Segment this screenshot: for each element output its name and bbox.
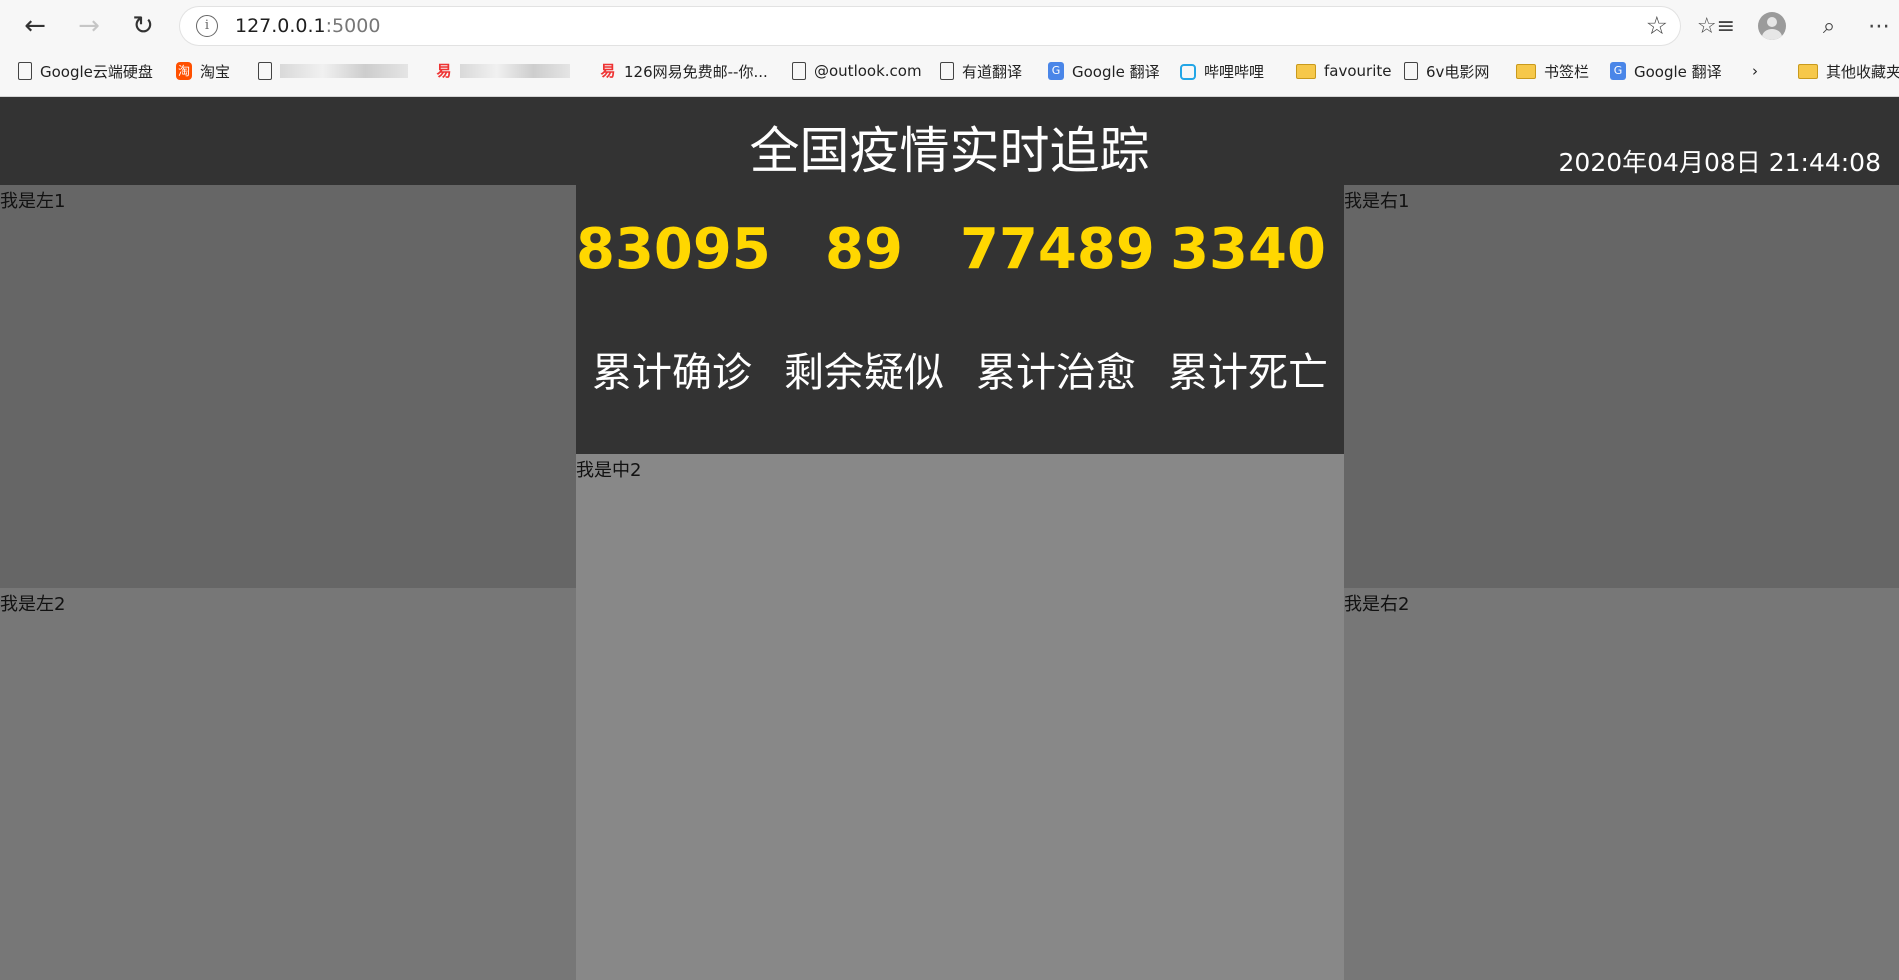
chevron-right-icon: › bbox=[1752, 62, 1758, 80]
netease-icon: 易 bbox=[600, 62, 616, 80]
stat-label: 累计治愈 bbox=[976, 350, 1136, 396]
browser-chrome: ← → ↻ i 127.0.0.1:5000 ☆ ☆≡ ⌕ ⋯ Google云端… bbox=[0, 0, 1899, 97]
bookmark-bilibili[interactable]: 哔哩哔哩 bbox=[1180, 58, 1264, 84]
stat-label: 剩余疑似 bbox=[784, 350, 944, 396]
dashboard-page: 全国疫情实时追踪 2020年04月08日 21:44:08 我是左1 我是左2 … bbox=[0, 97, 1899, 980]
address-bar[interactable]: i 127.0.0.1:5000 ☆ bbox=[180, 7, 1680, 45]
title-bar: 全国疫情实时追踪 2020年04月08日 21:44:08 bbox=[0, 97, 1899, 185]
bookmark-favourite-folder[interactable]: favourite bbox=[1296, 58, 1391, 84]
stat-value: 3340 bbox=[1170, 217, 1326, 282]
stat-value: 83095 bbox=[576, 217, 771, 282]
stat-label: 累计死亡 bbox=[1168, 350, 1328, 396]
bookmarks-bar: Google云端硬盘 淘淘宝 易 易 126网易免费邮--你... @outloo… bbox=[0, 56, 1899, 86]
more-menu-button[interactable]: ⋯ bbox=[1860, 8, 1898, 44]
page-icon bbox=[18, 62, 32, 80]
folder-icon bbox=[1296, 63, 1316, 79]
arrow-left-icon: ← bbox=[24, 11, 46, 41]
bookmark-126-mail[interactable]: 易 126网易免费邮--你... bbox=[600, 58, 767, 84]
folder-icon bbox=[1516, 63, 1536, 79]
panel-label: 我是右2 bbox=[1344, 594, 1410, 615]
bilibili-icon bbox=[1180, 64, 1196, 80]
bookmark-6v[interactable]: 6v电影网 bbox=[1404, 58, 1489, 84]
google-translate-icon: G bbox=[1610, 62, 1626, 80]
blurred-label bbox=[460, 64, 570, 78]
blurred-label bbox=[280, 64, 408, 78]
back-button[interactable]: ← bbox=[16, 8, 54, 44]
bookmark-bookmarks-folder[interactable]: 书签栏 bbox=[1516, 58, 1589, 84]
panel-left-2: 我是左2 bbox=[0, 588, 576, 980]
more-icon: ⋯ bbox=[1868, 13, 1890, 39]
bookmark-google-drive[interactable]: Google云端硬盘 bbox=[18, 58, 153, 84]
panel-right-2: 我是右2 bbox=[1344, 588, 1899, 980]
stat-value: 89 bbox=[825, 217, 903, 282]
bookmarks-overflow-button[interactable]: › bbox=[1752, 58, 1758, 84]
page-icon bbox=[258, 62, 272, 80]
stat-label: 累计确诊 bbox=[592, 350, 752, 396]
current-time: 2020年04月08日 21:44:08 bbox=[1558, 148, 1881, 177]
taobao-icon: 淘 bbox=[176, 62, 192, 80]
bookmark-other-folder[interactable]: 其他收藏夹 bbox=[1798, 58, 1899, 84]
bookmark-blurred-1[interactable] bbox=[258, 58, 408, 84]
bookmark-blurred-2[interactable]: 易 bbox=[436, 58, 570, 84]
feedback-icon: ⌕ bbox=[1822, 13, 1836, 39]
panel-label: 我是左2 bbox=[0, 594, 66, 615]
url-text[interactable]: 127.0.0.1:5000 bbox=[235, 15, 380, 37]
favorites-button[interactable]: ☆≡ bbox=[1697, 8, 1735, 44]
bookmark-google-translate[interactable]: G Google 翻译 bbox=[1048, 58, 1160, 84]
panel-left-1: 我是左1 bbox=[0, 185, 576, 588]
info-icon[interactable]: i bbox=[196, 15, 218, 37]
feedback-button[interactable]: ⌕ bbox=[1810, 8, 1848, 44]
forward-button[interactable]: → bbox=[70, 8, 108, 44]
stats-panel: 83095 累计确诊 89 剩余疑似 77489 累计治愈 3340 累计死亡 bbox=[576, 185, 1344, 454]
panel-label: 我是中2 bbox=[576, 460, 642, 481]
bookmark-google-translate-2[interactable]: G Google 翻译 bbox=[1610, 58, 1722, 84]
favorites-list-icon: ☆≡ bbox=[1696, 13, 1736, 39]
bookmark-taobao[interactable]: 淘淘宝 bbox=[176, 58, 230, 84]
arrow-right-icon: → bbox=[78, 11, 100, 41]
google-translate-icon: G bbox=[1048, 62, 1064, 80]
profile-avatar[interactable] bbox=[1758, 12, 1786, 40]
star-icon[interactable]: ☆ bbox=[1646, 11, 1668, 40]
netease-icon: 易 bbox=[436, 62, 452, 80]
refresh-button[interactable]: ↻ bbox=[124, 8, 162, 44]
folder-icon bbox=[1798, 63, 1818, 79]
page-icon bbox=[940, 62, 954, 80]
page-icon bbox=[792, 62, 806, 80]
refresh-icon: ↻ bbox=[132, 11, 154, 41]
panel-label: 我是右1 bbox=[1344, 191, 1410, 212]
bookmark-outlook[interactable]: @outlook.com bbox=[792, 58, 922, 84]
panel-right-1: 我是右1 bbox=[1344, 185, 1899, 588]
bookmark-youdao[interactable]: 有道翻译 bbox=[940, 58, 1022, 84]
stat-value: 77489 bbox=[960, 217, 1155, 282]
panel-label: 我是左1 bbox=[0, 191, 66, 212]
page-icon bbox=[1404, 62, 1418, 80]
browser-toolbar: ← → ↻ i 127.0.0.1:5000 ☆ ☆≡ ⌕ ⋯ bbox=[0, 0, 1899, 52]
panel-center-2: 我是中2 bbox=[576, 454, 1344, 980]
